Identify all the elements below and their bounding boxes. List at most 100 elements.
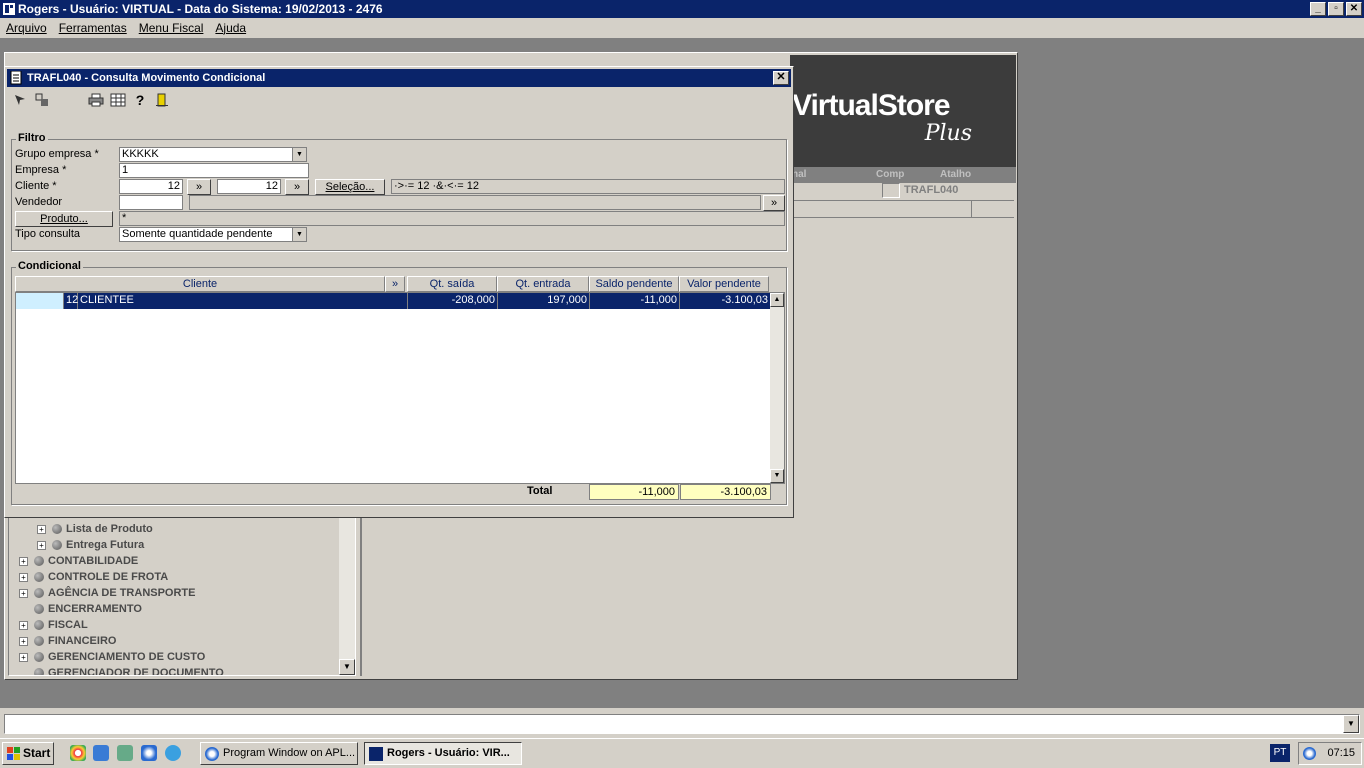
cliente-from-lookup-button[interactable]: »: [187, 179, 211, 195]
chrome-icon[interactable]: [70, 745, 86, 761]
language-indicator[interactable]: PT: [1270, 744, 1290, 762]
tree-item-gerenciador-documento[interactable]: GERENCIADOR DE DOCUMENTO: [19, 665, 224, 675]
col-qt-entrada[interactable]: Qt. entrada: [497, 276, 589, 292]
tree-item-contabilidade[interactable]: + CONTABILIDADE: [19, 553, 138, 569]
grid-scrollbar[interactable]: ▲ ▼: [770, 293, 784, 483]
expand-icon[interactable]: +: [19, 556, 28, 566]
produto-filter-display: *: [119, 211, 785, 226]
task-label: Rogers - Usuário: VIR...: [387, 747, 510, 759]
tree-item-lista-produto[interactable]: + Lista de Produto: [37, 521, 153, 537]
col-valor-pendente[interactable]: Valor pendente: [679, 276, 769, 292]
cliente-to-field[interactable]: 12: [217, 179, 281, 194]
selecao-button[interactable]: Seleção...: [315, 179, 385, 195]
chevron-down-icon[interactable]: ▼: [1343, 715, 1359, 733]
chevron-down-icon[interactable]: ▼: [292, 148, 306, 161]
tipo-consulta-label: Tipo consulta: [15, 228, 81, 240]
browser-icon[interactable]: [141, 745, 157, 761]
expand-icon[interactable]: +: [19, 588, 28, 598]
tree-item-gerenciamento-custo[interactable]: + GERENCIAMENTO DE CUSTO: [19, 649, 205, 665]
menu-arquivo[interactable]: Arquivo: [6, 18, 47, 38]
document-icon: [10, 71, 22, 85]
grupo-empresa-select[interactable]: KKKKK ▼: [119, 147, 307, 162]
vendedor-name-display: [189, 195, 761, 210]
system-tray: 07:15: [1298, 742, 1362, 765]
cell-cliente: CLIENTEE: [78, 293, 408, 309]
tree-item-encerramento[interactable]: ENCERRAMENTO: [19, 601, 142, 617]
expand-icon[interactable]: +: [37, 524, 46, 534]
exit-icon[interactable]: [153, 91, 171, 109]
refresh-icon[interactable]: [33, 91, 51, 109]
scroll-up-icon[interactable]: ▲: [770, 293, 784, 307]
shortcut-checkbox[interactable]: [882, 183, 900, 198]
tree-scrollbar[interactable]: ▼: [339, 509, 355, 675]
strip-label-comp: Comp: [876, 169, 905, 180]
expand-icon[interactable]: +: [19, 572, 28, 582]
row-selector[interactable]: [16, 293, 64, 309]
task-rogers[interactable]: Rogers - Usuário: VIR...: [364, 742, 522, 765]
cliente-from-field[interactable]: 12: [119, 179, 183, 194]
col-expand[interactable]: »: [385, 276, 405, 292]
menu-ferramentas[interactable]: Ferramentas: [59, 18, 127, 38]
tree-item-entrega-futura[interactable]: + Entrega Futura: [37, 537, 144, 553]
menu-tree: + Lista de Produto + Entrega Futura + CONTA…: [8, 508, 356, 676]
dialog-title: TRAFL040 - Consulta Movimento Condiciona…: [27, 72, 266, 84]
vendedor-lookup-button[interactable]: »: [763, 195, 785, 211]
restore-button[interactable]: ▫: [1328, 2, 1344, 16]
expand-icon[interactable]: +: [19, 652, 28, 662]
produto-button[interactable]: Produto...: [15, 211, 113, 227]
network-icon[interactable]: [1303, 747, 1316, 760]
menu-ajuda[interactable]: Ajuda: [215, 18, 246, 38]
start-button[interactable]: Start: [2, 742, 54, 765]
vendedor-field[interactable]: [119, 195, 183, 210]
task-label: Program Window on APL...: [223, 747, 356, 759]
grupo-empresa-label: Grupo empresa *: [15, 148, 99, 160]
cliente-to-lookup-button[interactable]: »: [285, 179, 309, 195]
app-title: Rogers - Usuário: VIRTUAL - Data do Sist…: [18, 2, 383, 16]
clock[interactable]: 07:15: [1327, 747, 1355, 759]
empresa-field[interactable]: 1: [119, 163, 309, 178]
bullet-icon: [52, 524, 62, 535]
menu-bar: Arquivo Ferramentas Menu Fiscal Ajuda: [0, 18, 1364, 38]
app-icon: [3, 3, 15, 15]
start-label: Start: [23, 746, 51, 760]
minimize-button[interactable]: _: [1310, 2, 1326, 16]
bullet-icon: [34, 668, 44, 675]
grupo-empresa-value: KKKKK: [122, 148, 159, 160]
tree-item-controle-frota[interactable]: + CONTROLE DE FROTA: [19, 569, 168, 585]
scroll-down-icon[interactable]: ▼: [339, 659, 355, 675]
tree-item-label: Entrega Futura: [66, 539, 145, 551]
scroll-down-icon[interactable]: ▼: [770, 469, 784, 483]
col-saldo-pendente[interactable]: Saldo pendente: [589, 276, 679, 292]
tipo-consulta-select[interactable]: Somente quantidade pendente ▼: [119, 227, 307, 242]
shortcut-code[interactable]: TRAFL040: [904, 184, 958, 196]
app-title-bar: Rogers - Usuário: VIRTUAL - Data do Sist…: [0, 0, 1364, 18]
bullet-icon: [34, 588, 44, 599]
brand-name: VirtualStore: [792, 89, 950, 122]
task-program-window[interactable]: Program Window on APL...: [200, 742, 358, 765]
tree-item-label: GERENCIADOR DE DOCUMENTO: [48, 667, 224, 675]
menu-fiscal[interactable]: Menu Fiscal: [139, 18, 204, 38]
tree-item-financeiro[interactable]: + FINANCEIRO: [19, 633, 116, 649]
chevron-down-icon[interactable]: ▼: [292, 228, 306, 241]
select-icon[interactable]: [11, 91, 29, 109]
expand-icon[interactable]: +: [19, 636, 28, 646]
tree-item-fiscal[interactable]: + FISCAL: [19, 617, 88, 633]
tools-icon[interactable]: [117, 745, 133, 761]
col-cliente[interactable]: Cliente: [15, 276, 385, 292]
table-row[interactable]: 12 CLIENTEE -208,000 197,000 -11,000 -3.…: [16, 293, 771, 309]
close-button[interactable]: ✕: [1346, 2, 1362, 16]
taskbar: Start Program Window on APL... Rogers - …: [0, 738, 1364, 768]
expand-icon[interactable]: +: [19, 620, 28, 630]
col-qt-saida[interactable]: Qt. saída: [407, 276, 497, 292]
tree-item-agencia-transporte[interactable]: + AGÊNCIA DE TRANSPORTE: [19, 585, 196, 601]
print-icon[interactable]: [87, 91, 105, 109]
empresa-label: Empresa *: [15, 164, 67, 176]
command-combo[interactable]: ▼: [4, 714, 1360, 734]
expand-icon[interactable]: +: [37, 540, 46, 550]
grid-icon[interactable]: [109, 91, 127, 109]
total-valor: -3.100,03: [680, 484, 771, 500]
ie-icon[interactable]: [165, 745, 181, 761]
dialog-close-button[interactable]: ✕: [773, 71, 789, 85]
help-icon[interactable]: ?: [131, 91, 149, 109]
app-launcher-icon[interactable]: [93, 745, 109, 761]
